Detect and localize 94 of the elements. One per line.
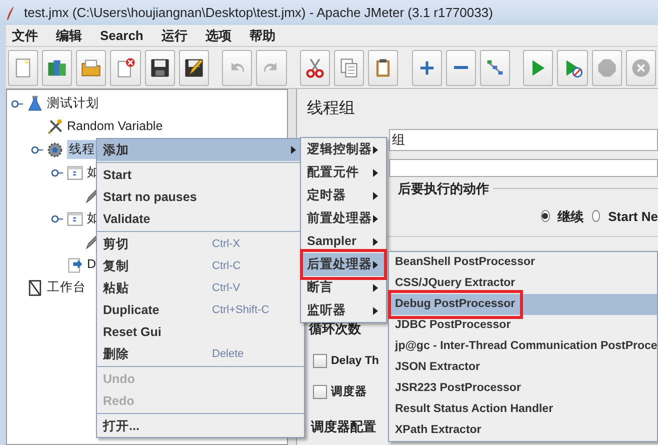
tree-handle-icon[interactable] [11,98,23,108]
menu-item[interactable]: Validate [97,208,304,230]
scissors-icon [304,56,326,78]
menu-item[interactable]: JDBC PostProcessor [389,315,657,336]
stop-sign-icon [596,56,618,78]
start-button[interactable] [523,50,554,86]
window-icon [66,210,84,228]
radio-button[interactable] [592,210,600,222]
tree-node[interactable]: D [87,255,96,274]
templates-button[interactable] [42,50,72,86]
cut-button[interactable] [300,50,330,86]
menu-item[interactable]: 后置处理器 [301,253,386,276]
floppy-pencil-icon [182,56,205,78]
comment-field[interactable] [389,159,658,177]
open-button[interactable] [76,50,106,86]
checkbox[interactable] [313,385,327,400]
menu-item[interactable]: BeanShell PostProcessor [389,252,657,273]
submenu-arrow-icon [373,192,378,200]
tree-node[interactable]: Random Variable [67,117,163,136]
menu-item[interactable]: 配置元件 [301,161,386,184]
menu-item[interactable]: JSON Extractor [389,357,657,378]
menu-item[interactable]: 断言 [301,276,386,299]
menu-item[interactable]: 剪切 Ctrl-X [97,233,304,255]
menu-item[interactable]: Reset Gui [97,321,304,343]
radio-label: Start Ne [608,208,658,226]
menu-item[interactable]: 打开... [97,415,304,437]
menu-item[interactable]: 定时器 [301,184,386,207]
submenu-arrow-icon [373,284,378,292]
copy-button[interactable] [334,50,364,86]
menu-item[interactable]: Start [97,164,304,186]
submenu-arrow-icon [373,214,378,222]
tree-handle-icon[interactable] [51,168,63,178]
tree-handle-icon[interactable] [31,144,43,154]
gear-icon [46,140,64,158]
menu-item[interactable]: 编辑 [56,26,82,46]
checkbox-label: 调度器 [331,384,367,400]
name-field[interactable]: 组 [389,129,658,151]
start-no-pauses-button[interactable] [557,50,588,86]
window-icon [66,164,84,182]
copy-pages-icon [338,56,360,78]
paste-button[interactable] [368,50,398,86]
tree-handle-icon[interactable] [51,214,63,224]
loop-count-label: 循环次数 [309,320,361,338]
page-arrow-icon [66,256,84,274]
menu-item[interactable]: jp@gc - Inter-Thread Communication PostProce [389,336,657,357]
floppy-icon [148,56,171,78]
menu-item[interactable]: 删除 Delete [97,343,304,365]
menu-item[interactable]: 复制 Ctrl-C [97,255,304,277]
panel-title: 线程组 [307,98,356,119]
menu-item[interactable]: Start no pauses [97,186,304,208]
tree-node[interactable]: 测试计划 [47,94,99,113]
slashed-page-icon [26,278,44,296]
checkbox-label: Delay Th [331,354,379,368]
submenu-arrow-icon [373,168,378,176]
menu-item[interactable]: 粘贴 Ctrl-V [97,277,304,299]
window-title: test.jmx (C:\Users\houjiangnan\Desktop\test.jmx) - Apache JMeter (3.1 r1770033) [24,4,493,22]
menu-item[interactable]: JSR223 PostProcessor [389,378,657,399]
close-button[interactable] [110,50,141,86]
group-legend: 后要执行的动作 [398,179,489,198]
minus-icon [454,66,468,69]
menu-item[interactable]: 前置处理器 [301,207,386,230]
collapse-button[interactable] [446,50,476,86]
flask-icon [26,94,44,112]
menu-item[interactable]: 运行 [161,26,188,46]
submenu-arrow-icon [373,146,378,154]
toggle-button[interactable] [480,50,510,86]
menu-item[interactable]: Search [100,26,144,46]
checkbox[interactable] [313,354,327,368]
menu-item[interactable]: Debug PostProcessor [389,294,657,315]
submenu-arrow-icon [373,260,378,268]
wrench-screwdriver-icon [46,118,64,136]
tree-node[interactable]: 工作台 [47,278,86,297]
radio-button[interactable] [541,210,550,222]
menu-item[interactable]: 帮助 [249,26,276,46]
menu-item[interactable]: Result Status Action Handler [389,399,657,420]
save-button[interactable] [144,50,175,86]
scheduler-legend: 调度器配置 [311,417,376,436]
circle-x-icon [630,56,652,78]
submenu-arrow-icon [373,238,378,246]
menu-item[interactable]: 逻辑控制器 [301,138,386,161]
menu-item[interactable]: XPath Extractor [389,420,657,441]
expand-button[interactable] [412,50,442,86]
radio-label: 继续 [558,208,584,226]
new-button[interactable] [8,50,38,86]
submenu-arrow-icon [373,306,378,314]
menu-item[interactable]: Duplicate Ctrl+Shift-C [97,299,304,321]
menu-item[interactable]: 监听器 [301,299,386,322]
save-as-button[interactable] [178,50,209,86]
feather-icon [6,4,16,20]
menu-item[interactable]: 选项 [205,26,232,46]
menu-item[interactable]: Sampler [301,230,386,253]
menu-item[interactable]: CSS/JQuery Extractor [389,273,657,294]
menu-item[interactable]: 文件 [12,26,38,46]
tree-node[interactable]: 线程 [67,140,97,159]
